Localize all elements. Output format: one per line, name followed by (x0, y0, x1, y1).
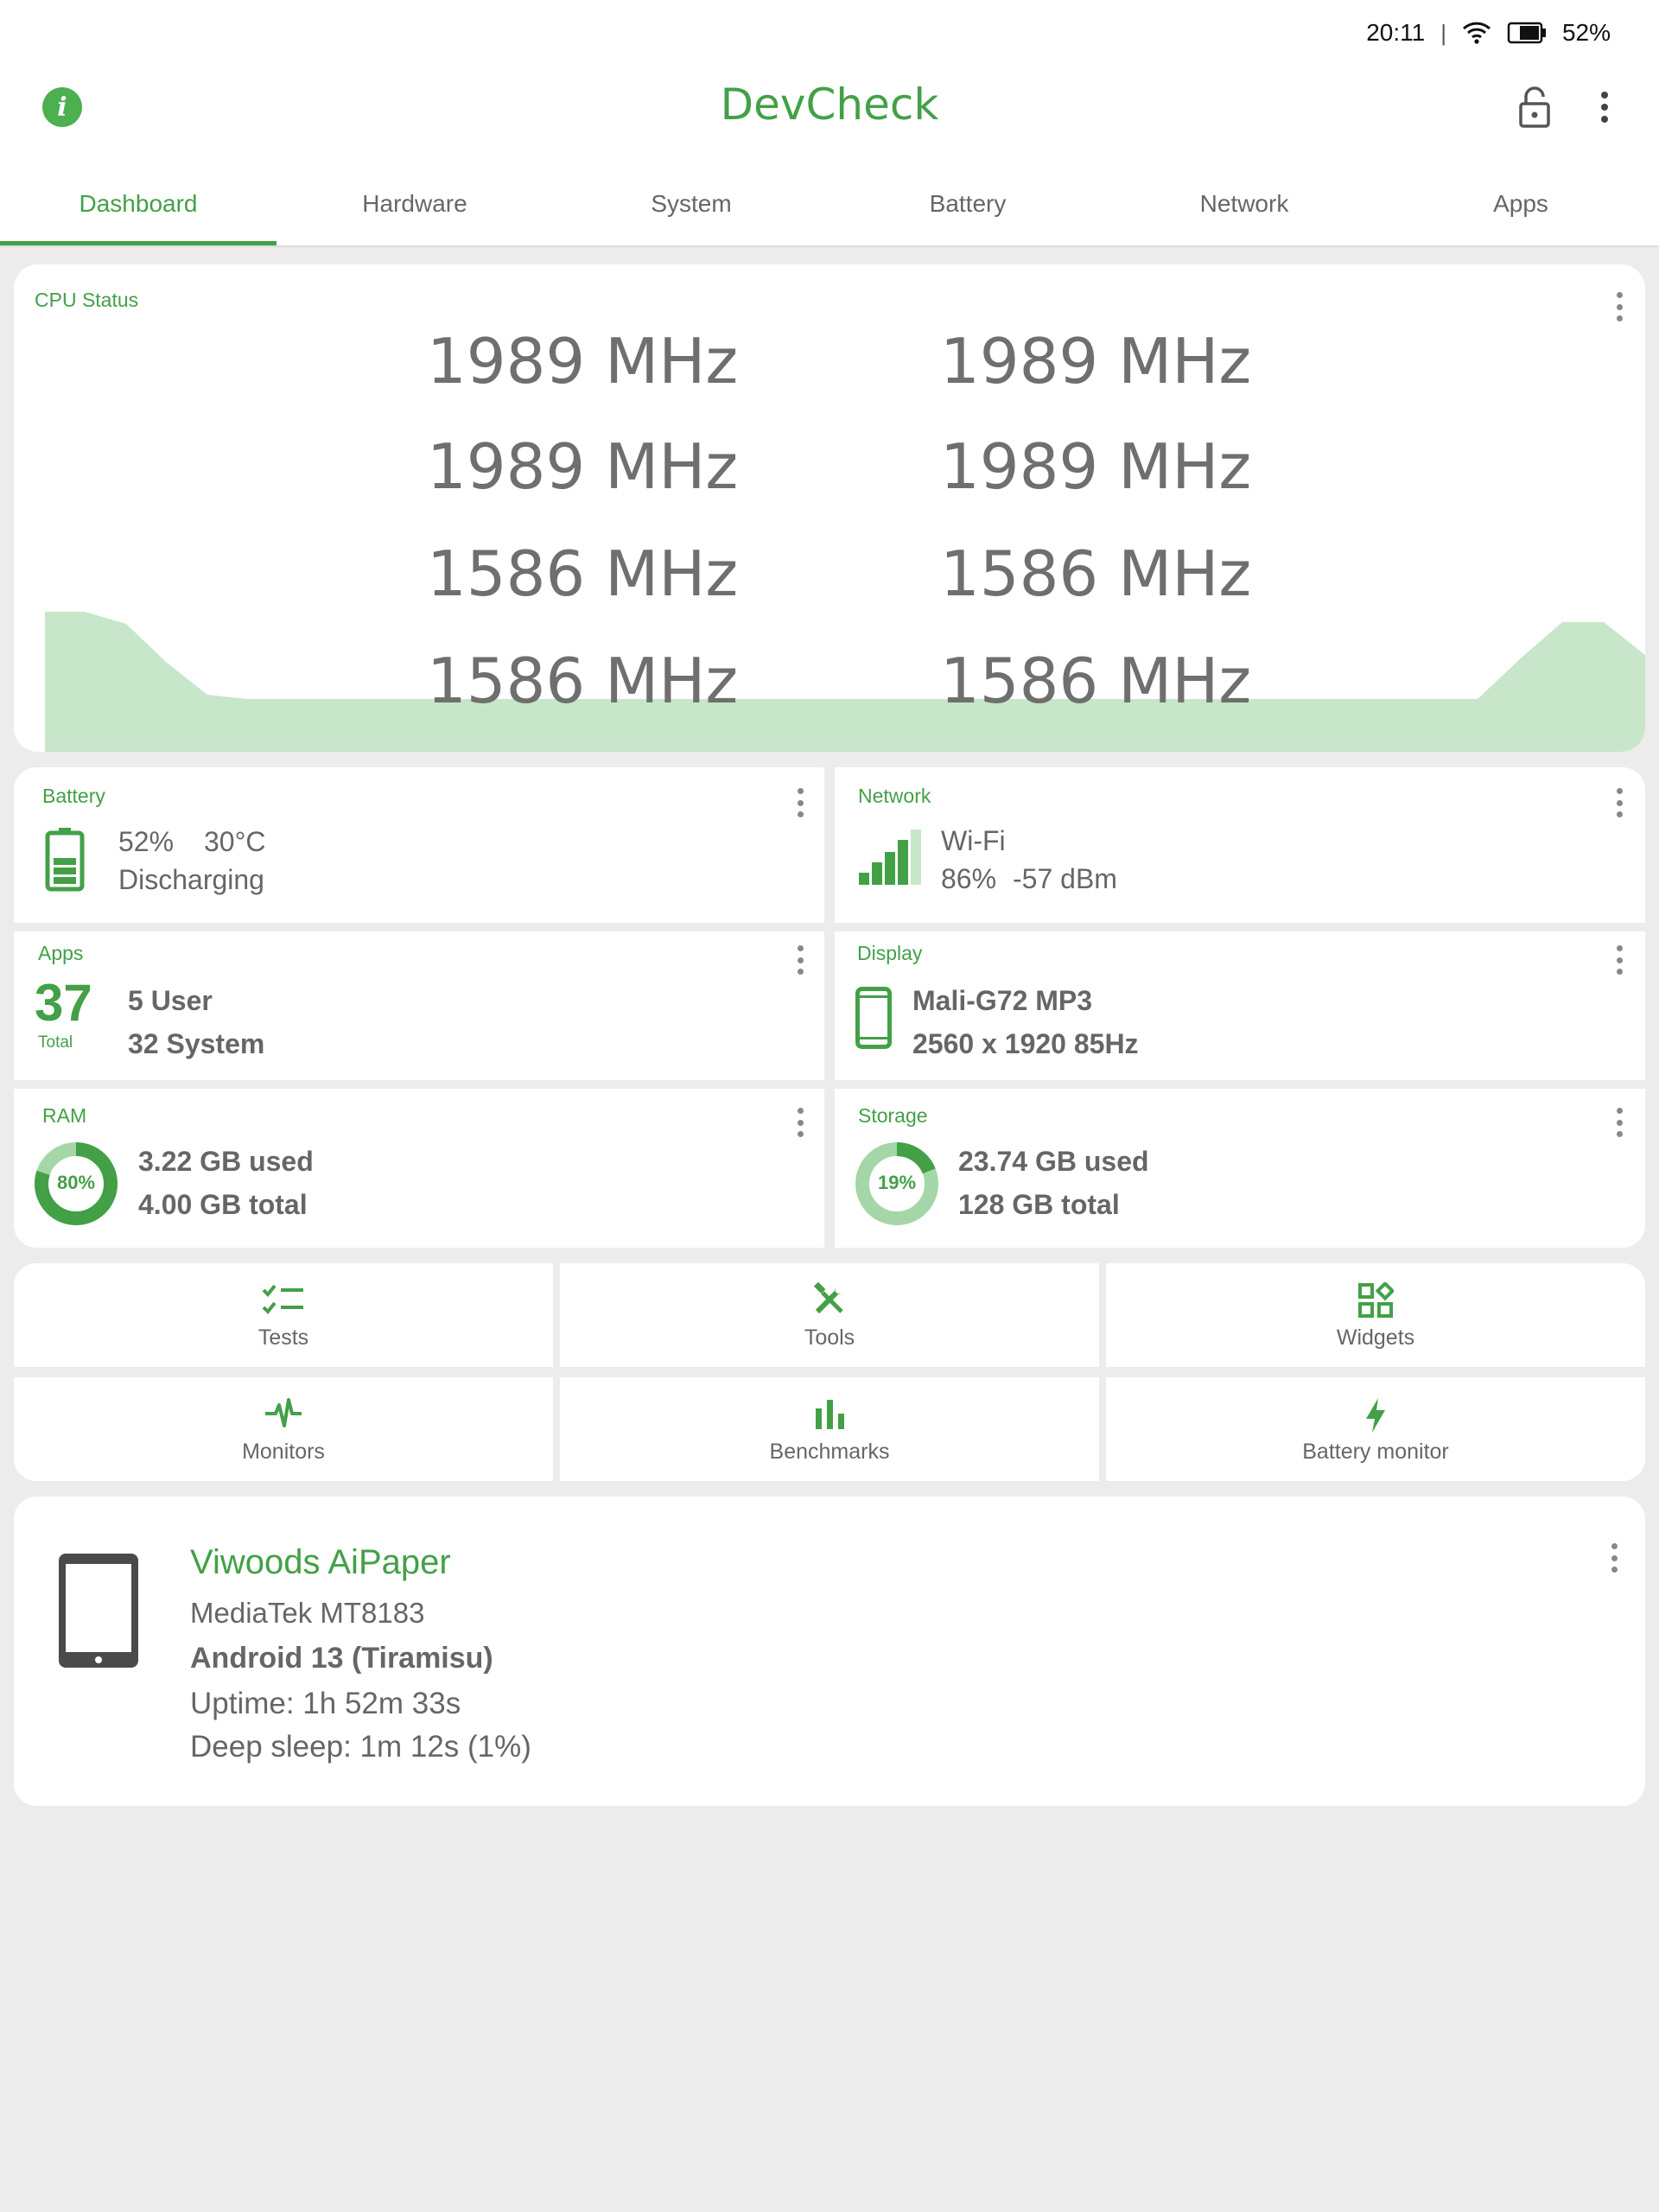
storage-percent-label: 19% (877, 1172, 917, 1193)
bar-chart-icon (816, 1400, 844, 1429)
widgets-button[interactable]: Widgets (1106, 1263, 1645, 1367)
tools-icon (813, 1282, 843, 1314)
display-card-title: Display (857, 942, 923, 964)
battery-temperature: 30°C (204, 826, 266, 857)
network-card-title: Network (858, 785, 931, 807)
device-card-menu-icon[interactable] (1609, 1543, 1619, 1573)
network-card[interactable]: Network Wi-Fi 86% -57 dBm (835, 767, 1645, 923)
phone-icon (855, 987, 892, 1049)
wifi-icon (1462, 22, 1491, 44)
cpu-core-1-freq: 1989 MHz (940, 325, 1252, 397)
battery-card[interactable]: Battery 52% 30°C Discharging (14, 767, 824, 923)
network-card-menu-icon[interactable] (1614, 788, 1624, 817)
apps-total-label: Total (38, 1033, 73, 1052)
ram-used: 3.22 GB used (138, 1146, 314, 1177)
battery-state: Discharging (118, 864, 264, 895)
storage-used: 23.74 GB used (958, 1146, 1149, 1177)
cpu-usage-graph (45, 612, 1645, 752)
battery-monitor-label: Battery monitor (1302, 1440, 1449, 1464)
benchmarks-label: Benchmarks (769, 1440, 890, 1464)
tab-apps[interactable]: Apps (1382, 173, 1659, 245)
network-signal-dbm: -57 dBm (1013, 863, 1117, 894)
ram-total: 4.00 GB total (138, 1189, 308, 1220)
battery-monitor-button[interactable]: Battery monitor (1106, 1377, 1645, 1481)
cpu-card-title: CPU Status (35, 289, 139, 311)
apps-total-count: 37 (35, 974, 92, 1032)
apps-card-title: Apps (38, 942, 84, 964)
battery-card-title: Battery (42, 785, 105, 807)
ram-card-menu-icon[interactable] (795, 1108, 805, 1137)
cpu-core-2-freq: 1989 MHz (427, 430, 739, 503)
tools-label: Tools (804, 1325, 855, 1350)
cpu-core-4-freq: 1586 MHz (427, 537, 739, 610)
cpu-status-card[interactable]: CPU Status 1989 MHz 1989 MHz 1989 MHz 19… (14, 264, 1645, 752)
battery-card-menu-icon[interactable] (795, 788, 805, 817)
display-card-menu-icon[interactable] (1614, 945, 1624, 975)
widgets-icon (1358, 1282, 1394, 1318)
tab-network[interactable]: Network (1106, 173, 1382, 245)
network-type: Wi-Fi (941, 825, 1006, 856)
device-soc: MediaTek MT8183 (190, 1597, 425, 1629)
status-time: 20:11 (1366, 19, 1426, 46)
benchmarks-button[interactable]: Benchmarks (560, 1377, 1099, 1481)
monitors-button[interactable]: Monitors (14, 1377, 553, 1481)
apps-user-count: 5 User (128, 985, 213, 1016)
app-title: DevCheck (720, 79, 939, 130)
cpu-card-menu-icon[interactable] (1614, 292, 1624, 321)
tab-hardware[interactable]: Hardware (276, 173, 553, 245)
cpu-core-7-freq: 1586 MHz (940, 645, 1252, 717)
network-signal-percent: 86% (941, 863, 997, 894)
cpu-core-6-freq: 1586 MHz (427, 645, 739, 717)
storage-card[interactable]: Storage 19% 23.74 GB used 128 GB total (835, 1089, 1645, 1248)
tablet-icon (59, 1554, 138, 1668)
apps-card-menu-icon[interactable] (795, 945, 805, 975)
monitors-label: Monitors (242, 1440, 325, 1464)
status-battery-percent: 52% (1561, 19, 1611, 46)
device-os: Android 13 (Tiramisu) (190, 1642, 493, 1675)
apps-card[interactable]: Apps 37 Total 5 User 32 System (14, 931, 824, 1080)
battery-percent: 52% (118, 826, 175, 857)
widgets-label: Widgets (1336, 1325, 1415, 1350)
lock-open-icon[interactable] (1517, 86, 1552, 130)
display-gpu: Mali-G72 MP3 (912, 985, 1093, 1016)
status-separator: | (1440, 19, 1446, 46)
apps-system-count: 32 System (128, 1028, 265, 1059)
storage-card-title: Storage (858, 1104, 928, 1127)
status-bar: 20:11 | 52% (1366, 16, 1611, 50)
tab-battery[interactable]: Battery (830, 173, 1106, 245)
checklist-icon (262, 1284, 303, 1314)
device-uptime: Uptime: 1h 52m 33s (190, 1687, 461, 1720)
tests-button[interactable]: Tests (14, 1263, 553, 1367)
tab-bar: Dashboard Hardware System Battery Networ… (0, 173, 1659, 245)
app-bar: 20:11 | 52% i DevCheck Dashboard Hardwar… (0, 0, 1659, 247)
battery-icon (45, 828, 85, 892)
device-name: Viwoods AiPaper (190, 1543, 451, 1581)
tests-label: Tests (257, 1325, 309, 1350)
ram-card[interactable]: RAM 80% 3.22 GB used 4.00 GB total (14, 1089, 824, 1248)
device-deep-sleep: Deep sleep: 1m 12s (1%) (190, 1730, 531, 1764)
cpu-core-3-freq: 1989 MHz (940, 430, 1252, 503)
tools-button[interactable]: Tools (560, 1263, 1099, 1367)
bolt-icon (1366, 1398, 1385, 1433)
display-resolution: 2560 x 1920 85Hz (912, 1028, 1139, 1059)
ram-card-title: RAM (42, 1104, 87, 1127)
storage-card-menu-icon[interactable] (1614, 1108, 1624, 1137)
battery-status-icon (1507, 22, 1546, 44)
cpu-core-0-freq: 1989 MHz (427, 325, 739, 397)
device-info-card[interactable]: Viwoods AiPaper MediaTek MT8183 Android … (14, 1497, 1645, 1806)
tab-system[interactable]: System (553, 173, 830, 245)
display-card[interactable]: Display Mali-G72 MP3 2560 x 1920 85Hz (835, 931, 1645, 1080)
signal-bars-icon (859, 830, 921, 885)
overflow-menu-icon[interactable] (1592, 90, 1618, 124)
pulse-icon (265, 1398, 302, 1427)
ram-percent-label: 80% (56, 1172, 96, 1193)
tab-dashboard[interactable]: Dashboard (0, 173, 276, 245)
cpu-core-5-freq: 1586 MHz (940, 537, 1252, 610)
storage-total: 128 GB total (958, 1189, 1120, 1220)
